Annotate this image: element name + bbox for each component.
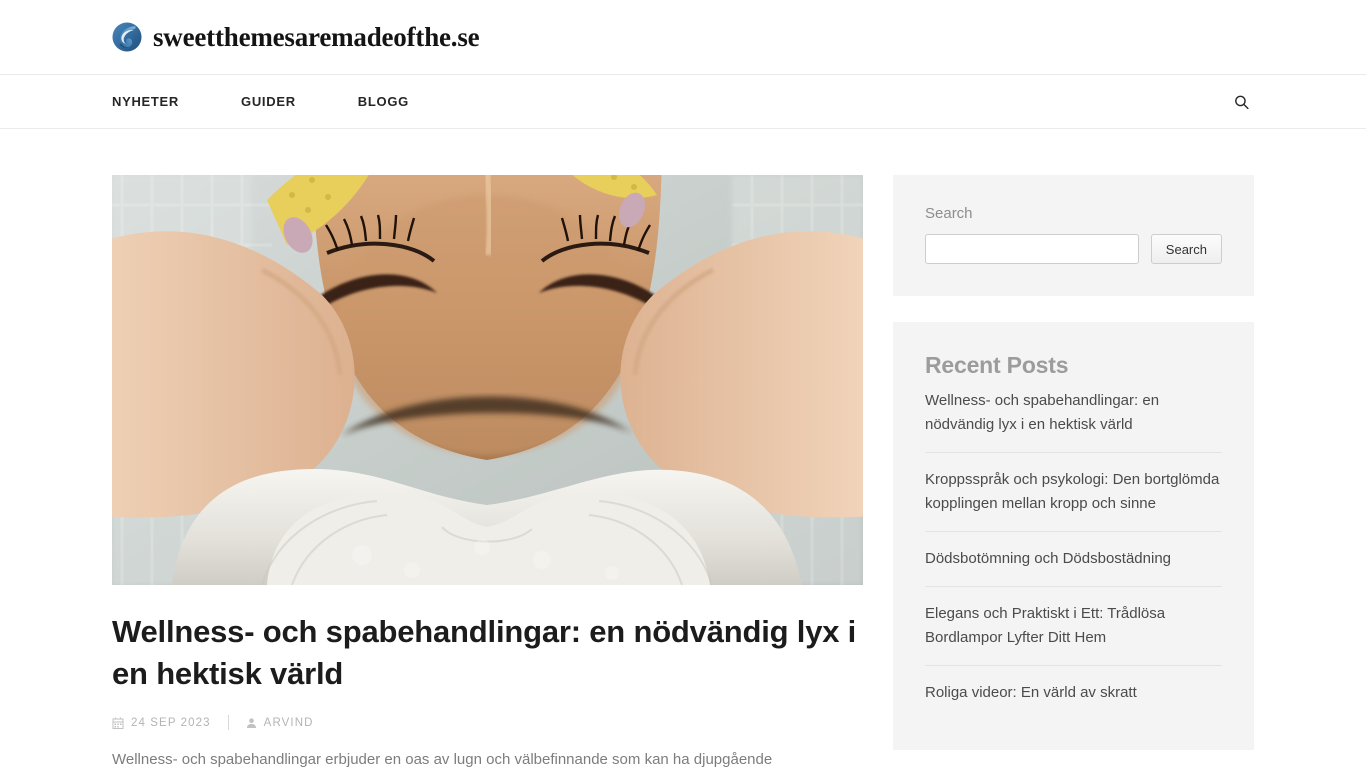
list-item[interactable]: Elegans och Praktiskt i Ett: Trådlösa Bo… bbox=[925, 587, 1222, 666]
sidebar: Search Search Recent Posts Wellness- och… bbox=[893, 175, 1254, 768]
post-featured-image-link[interactable] bbox=[112, 175, 863, 585]
search-widget: Search Search bbox=[893, 175, 1254, 296]
recent-post-link-5[interactable]: Roliga videor: En värld av skratt bbox=[925, 666, 1222, 720]
recent-posts-widget: Recent Posts Wellness- och spabehandling… bbox=[893, 322, 1254, 750]
recent-post-link-4[interactable]: Elegans och Praktiskt i Ett: Trådlösa Bo… bbox=[925, 587, 1222, 665]
nav-item-blogg[interactable]: BLOGG bbox=[358, 88, 471, 115]
search-icon bbox=[1233, 95, 1250, 113]
list-item[interactable]: Dödsbotömning och Dödsbostädning bbox=[925, 532, 1222, 587]
search-toggle-button[interactable] bbox=[1229, 89, 1254, 114]
nav-link-nyheter[interactable]: NYHETER bbox=[112, 88, 179, 115]
site-header: sweetthemesaremadeofthe.se bbox=[0, 0, 1366, 75]
search-widget-title: Search bbox=[925, 205, 973, 222]
recent-post-link-3[interactable]: Dödsbotömning och Dödsbostädning bbox=[925, 532, 1222, 586]
recent-post-link-1[interactable]: Wellness- och spabehandlingar: en nödvän… bbox=[925, 389, 1222, 452]
list-item[interactable]: Kroppsspråk och psykologi: Den bortglömd… bbox=[925, 453, 1222, 532]
nav-item-guider[interactable]: GUIDER bbox=[241, 88, 358, 115]
post-featured-image bbox=[112, 175, 863, 585]
list-item[interactable]: Wellness- och spabehandlingar: en nödvän… bbox=[925, 389, 1222, 453]
recent-posts-list: Wellness- och spabehandlingar: en nödvän… bbox=[925, 389, 1222, 720]
user-icon bbox=[246, 717, 257, 729]
search-submit-button[interactable]: Search bbox=[1150, 234, 1222, 264]
meta-separator bbox=[227, 715, 229, 731]
primary-navigation: NYHETER GUIDER BLOGG bbox=[0, 75, 1366, 129]
post-excerpt: Wellness- och spabehandlingar erbjuder e… bbox=[112, 751, 773, 768]
nav-link-blogg[interactable]: BLOGG bbox=[358, 88, 409, 115]
search-input[interactable] bbox=[925, 234, 1139, 264]
calendar-icon bbox=[112, 717, 124, 729]
recent-posts-title: Recent Posts bbox=[925, 352, 1069, 378]
nav-list: NYHETER GUIDER BLOGG bbox=[112, 88, 471, 115]
search-form: Search bbox=[925, 234, 1222, 264]
recent-post-link-2[interactable]: Kroppsspråk och psykologi: Den bortglömd… bbox=[925, 453, 1222, 531]
list-item[interactable]: Roliga videor: En värld av skratt bbox=[925, 666, 1222, 720]
post-author: ARVIND bbox=[246, 717, 314, 729]
page-container: Wellness- och spabehandlingar: en nödvän… bbox=[112, 129, 1254, 768]
main-content: Wellness- och spabehandlingar: en nödvän… bbox=[112, 175, 863, 768]
post-date-text: 24 SEP 2023 bbox=[131, 716, 211, 729]
nav-link-guider[interactable]: GUIDER bbox=[241, 88, 296, 115]
post-article: Wellness- och spabehandlingar: en nödvän… bbox=[112, 175, 863, 768]
post-meta: 24 SEP 2023 ARVIND bbox=[112, 715, 863, 731]
nav-item-nyheter[interactable]: NYHETER bbox=[112, 88, 241, 115]
post-author-text: ARVIND bbox=[263, 716, 314, 729]
swirl-logo-icon bbox=[112, 22, 142, 52]
post-title-link[interactable]: Wellness- och spabehandlingar: en nödvän… bbox=[112, 614, 856, 691]
site-brand-link[interactable]: sweetthemesaremadeofthe.se bbox=[112, 21, 480, 53]
site-title: sweetthemesaremadeofthe.se bbox=[153, 21, 480, 52]
post-title: Wellness- och spabehandlingar: en nödvän… bbox=[112, 611, 863, 694]
post-date: 24 SEP 2023 bbox=[112, 717, 211, 729]
